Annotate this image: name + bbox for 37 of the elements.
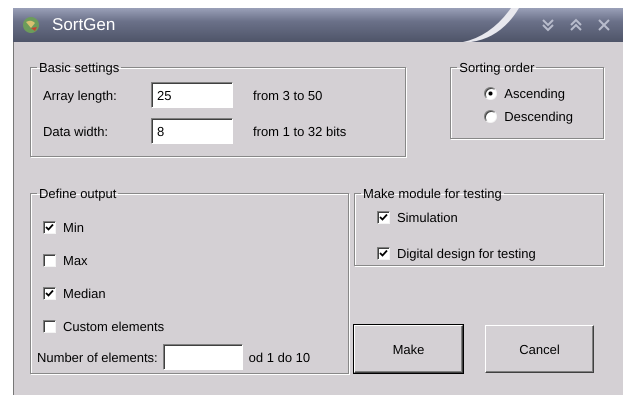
field-label: Data width: — [42, 124, 110, 138]
checkbox[interactable] — [43, 320, 56, 332]
maximize-icon[interactable] — [569, 18, 583, 32]
input-field[interactable]: 25 — [151, 82, 233, 108]
range-hint: from 1 to 32 bits — [253, 124, 346, 138]
group-title: Basic settings — [38, 60, 120, 75]
group-title: Make module for testing — [362, 186, 503, 201]
group-title: Define output — [38, 186, 118, 201]
make-button[interactable]: Make — [354, 325, 463, 373]
checkbox[interactable] — [43, 220, 56, 234]
checkbox[interactable] — [377, 246, 390, 260]
field-label: Number of elements: — [37, 350, 158, 364]
option-label: Ascending — [504, 86, 566, 100]
window-title: SortGen — [52, 15, 116, 35]
input-field[interactable]: 8 — [151, 118, 233, 144]
checkbox[interactable] — [43, 254, 56, 266]
group-title: Sorting order — [458, 60, 536, 75]
radio-button[interactable] — [484, 86, 498, 100]
checkbox[interactable] — [43, 286, 56, 300]
range-hint: od 1 do 10 — [248, 350, 310, 364]
range-hint: from 3 to 50 — [253, 88, 322, 102]
field-label: Array length: — [42, 88, 118, 102]
minimize-icon[interactable] — [541, 18, 555, 32]
option-label: Max — [63, 252, 88, 268]
option-label: Min — [63, 220, 84, 234]
checkbox[interactable] — [377, 210, 390, 224]
cancel-button[interactable]: Cancel — [485, 325, 594, 373]
option-label: Simulation — [397, 210, 458, 224]
app-icon — [22, 16, 40, 34]
option-label: Median — [63, 286, 106, 300]
radio-button[interactable] — [484, 110, 498, 122]
close-icon[interactable] — [597, 18, 611, 32]
option-label: Custom elements — [63, 318, 164, 334]
option-label: Descending — [504, 108, 573, 124]
swoosh-decoration — [461, 8, 521, 42]
input-field[interactable] — [162, 344, 243, 370]
option-label: Digital design for testing — [397, 246, 536, 260]
